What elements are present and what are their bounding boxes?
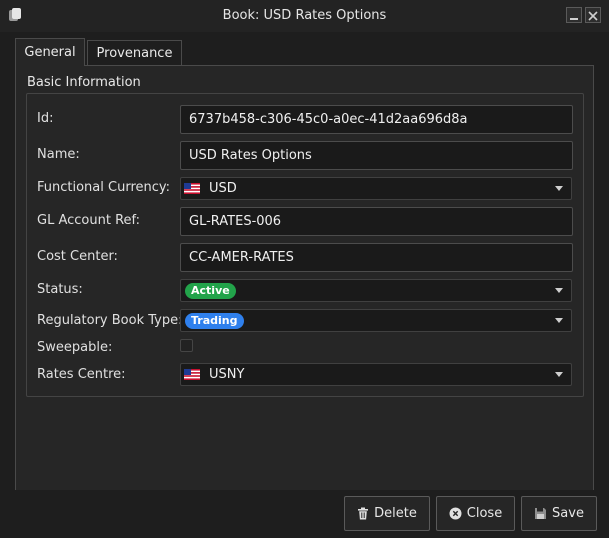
save-icon (535, 508, 547, 519)
chevron-down-icon (555, 288, 563, 293)
tab-general[interactable]: General (15, 38, 85, 66)
rates-centre-select[interactable]: USNY (180, 363, 572, 386)
close-icon (588, 11, 598, 21)
cost-center-field[interactable]: CC-AMER-RATES (180, 243, 573, 272)
minimize-button[interactable] (566, 7, 582, 23)
tab-provenance[interactable]: Provenance (87, 40, 182, 65)
sweepable-checkbox[interactable] (180, 339, 193, 352)
id-field[interactable]: 6737b458-c306-45c0-a0ec-41d2aa696d8a (180, 105, 573, 134)
chevron-down-icon (555, 318, 563, 323)
delete-button-label: Delete (374, 506, 417, 521)
regulatory-book-type-label: Regulatory Book Type: (37, 313, 183, 328)
close-circle-icon (449, 507, 462, 520)
functional-currency-label: Functional Currency: (37, 180, 171, 195)
trash-icon (358, 507, 369, 520)
status-label: Status: (37, 282, 83, 297)
title-bar: Book: USD Rates Options (0, 0, 609, 32)
chevron-down-icon (555, 372, 563, 377)
rates-centre-label: Rates Centre: (37, 367, 126, 382)
close-button-label: Close (466, 506, 503, 521)
minimize-icon (570, 18, 578, 20)
save-button-label: Save (552, 506, 584, 521)
close-window-button[interactable] (585, 7, 601, 23)
id-label: Id: (37, 111, 54, 126)
status-badge: Active (185, 282, 236, 299)
status-select[interactable]: Active (180, 279, 572, 302)
group-title: Basic Information (27, 75, 141, 90)
regulatory-book-type-select[interactable]: Trading (180, 309, 572, 332)
name-field[interactable]: USD Rates Options (180, 141, 573, 170)
us-flag-icon (184, 183, 200, 194)
gl-account-ref-field[interactable]: GL-RATES-006 (180, 207, 573, 236)
chevron-down-icon (555, 186, 563, 191)
window-title: Book: USD Rates Options (222, 8, 387, 23)
us-flag-icon (184, 369, 200, 380)
save-button[interactable]: Save (521, 496, 597, 531)
cost-center-label: Cost Center: (37, 249, 118, 264)
close-button[interactable]: Close (436, 496, 515, 531)
functional-currency-select[interactable]: USD (180, 177, 572, 200)
functional-currency-value: USD (209, 181, 237, 196)
gl-account-ref-label: GL Account Ref: (37, 213, 141, 228)
delete-button[interactable]: Delete (344, 496, 430, 531)
name-label: Name: (37, 147, 80, 162)
rates-centre-value: USNY (209, 367, 245, 382)
dialog-footer (0, 490, 609, 538)
sweepable-label: Sweepable: (37, 340, 113, 355)
book-type-badge: Trading (185, 312, 244, 329)
